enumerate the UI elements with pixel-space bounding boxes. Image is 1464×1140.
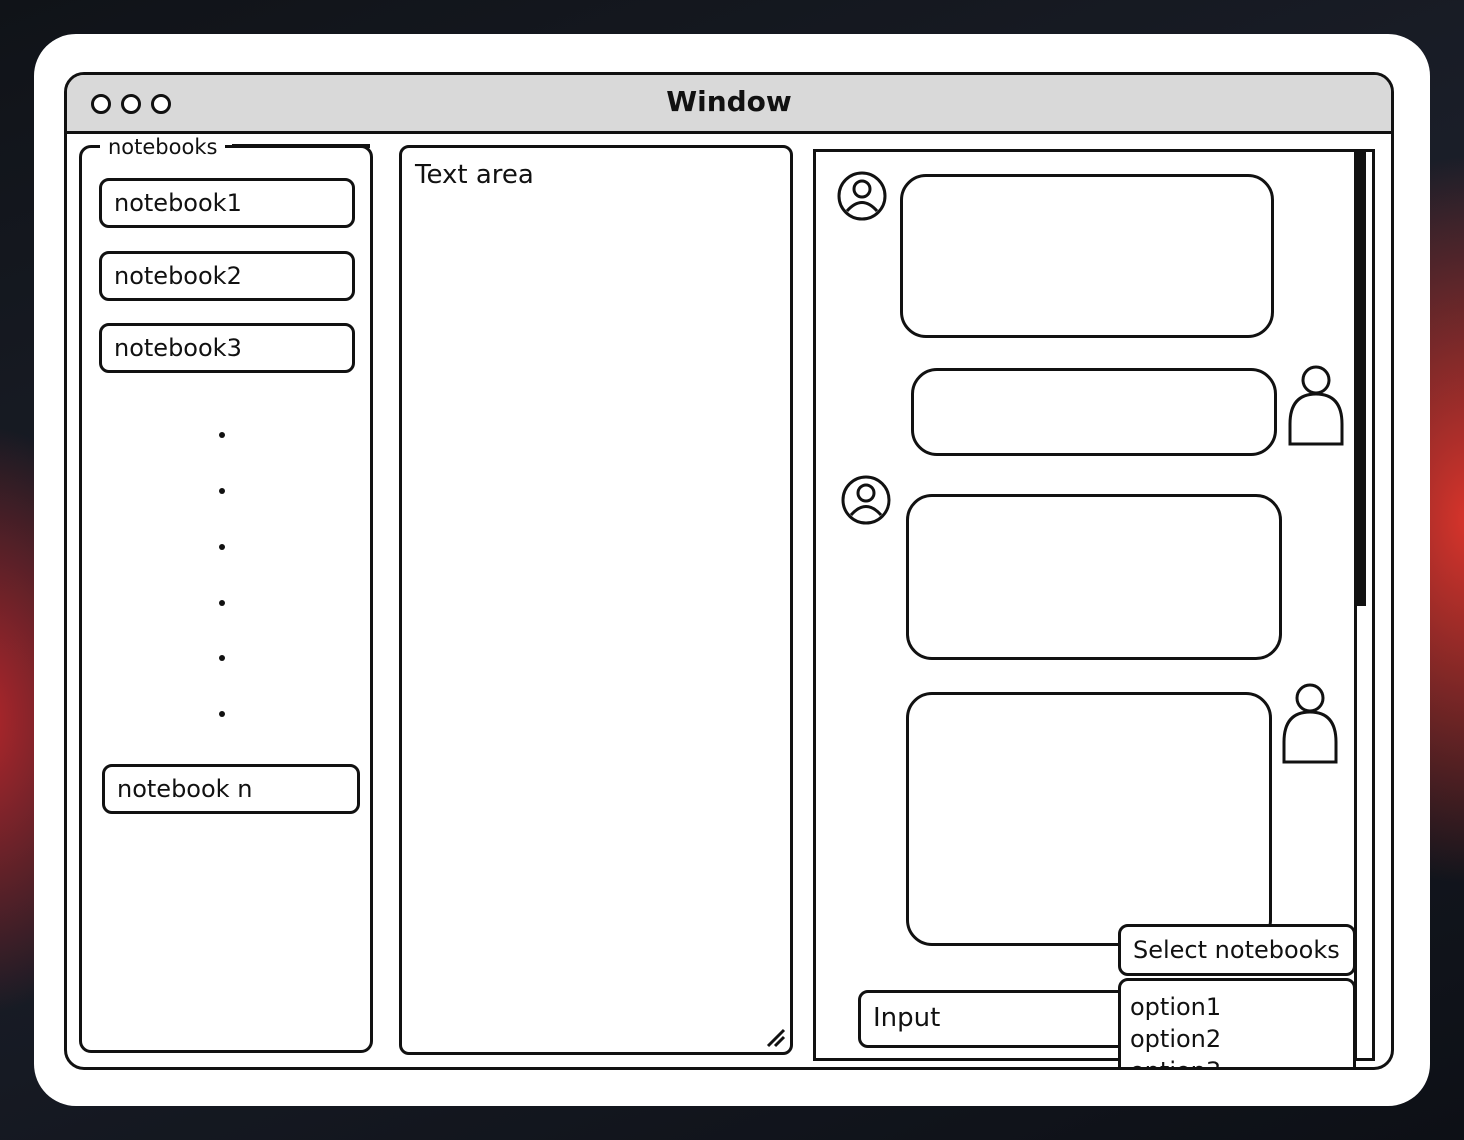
ellipsis-dot — [219, 432, 225, 438]
user-avatar-icon — [1282, 683, 1338, 764]
user-avatar-icon — [1288, 365, 1344, 446]
scrollbar-thumb[interactable] — [1354, 152, 1366, 606]
bot-avatar-icon — [837, 171, 887, 221]
chat-panel: Input Select notebooks option1 option2 o… — [813, 149, 1375, 1067]
message-bubble — [911, 368, 1277, 456]
message-bubble — [900, 174, 1274, 338]
ellipsis-dot — [219, 655, 225, 661]
select-notebooks-dropdown[interactable]: Select notebooks — [1118, 924, 1356, 976]
title-bar: Window — [67, 75, 1391, 134]
notebook-button-1[interactable]: notebook1 — [99, 178, 355, 228]
chat-input[interactable]: Input — [858, 990, 1138, 1048]
notebook-button-2[interactable]: notebook2 — [99, 251, 355, 301]
message-bubble — [906, 494, 1282, 660]
notebook-options-list: option1 option2 option3 — [1118, 978, 1356, 1067]
ellipsis-dot — [219, 600, 225, 606]
notebooks-panel: notebooks notebook1 notebook2 notebook3 … — [79, 136, 373, 1053]
bot-avatar-icon — [841, 475, 891, 525]
text-area-label: Text area — [415, 160, 534, 190]
app-window: Window notebooks notebook1 notebook2 not… — [64, 72, 1394, 1070]
notebook-button-n[interactable]: notebook n — [102, 764, 360, 814]
option-item[interactable]: option2 — [1130, 1023, 1353, 1055]
notebook-button-3[interactable]: notebook3 — [99, 323, 355, 373]
message-bubble — [906, 692, 1272, 946]
option-item[interactable]: option1 — [1130, 991, 1353, 1023]
legend-divider — [232, 144, 370, 148]
resize-grip-icon[interactable] — [764, 1026, 786, 1048]
ellipsis-dot — [219, 711, 225, 717]
ellipsis-dot — [219, 488, 225, 494]
ellipsis-dot — [219, 544, 225, 550]
notebooks-legend: notebooks — [100, 136, 226, 158]
option-item[interactable]: option3 — [1130, 1055, 1353, 1067]
window-title: Window — [666, 85, 792, 118]
text-area[interactable]: Text area — [399, 145, 793, 1055]
